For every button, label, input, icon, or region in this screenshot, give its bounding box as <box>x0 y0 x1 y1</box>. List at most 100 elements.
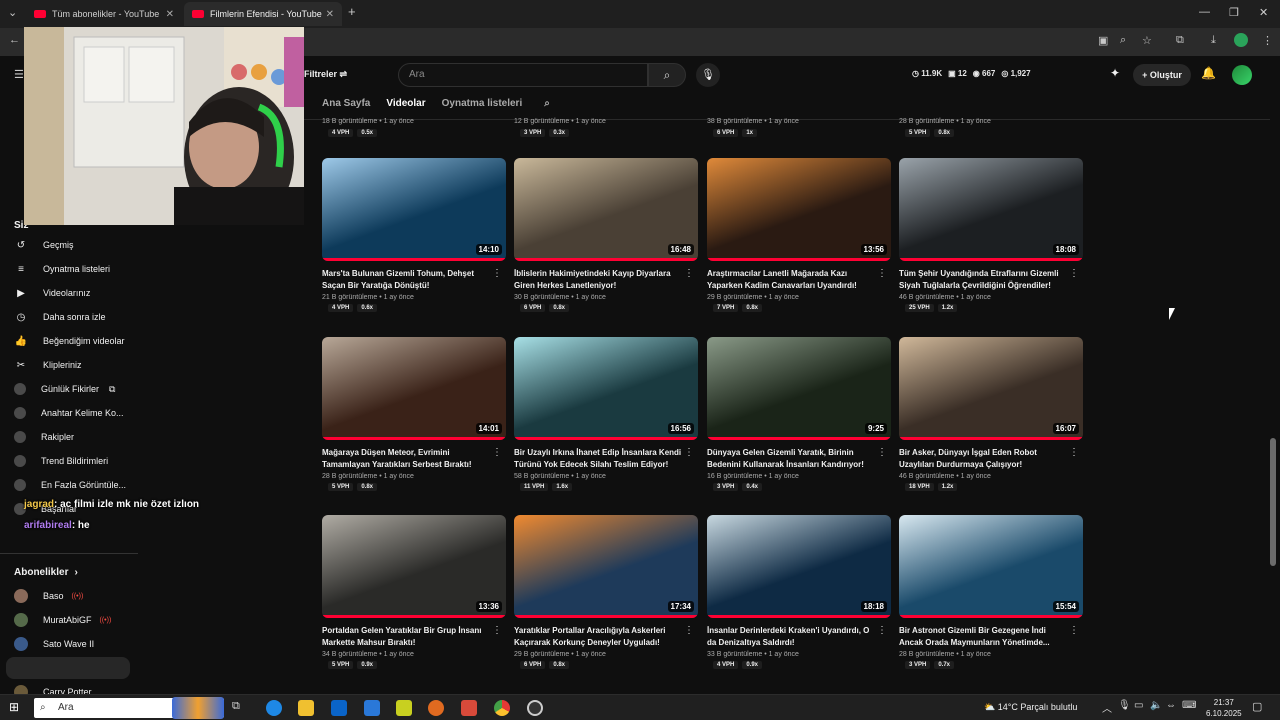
video-title[interactable]: Araştırmacılar Lanetli Mağarada Kazı Yap… <box>707 268 877 292</box>
video-title[interactable]: Bir Astronot Gizemli Bir Gezegene İndi A… <box>899 625 1069 649</box>
brave-icon[interactable] <box>428 700 444 716</box>
video-menu-icon[interactable]: ⋮ <box>492 447 502 458</box>
video-card[interactable]: 16:48 İblislerin Hakimiyetindeki Kayıp Di… <box>514 158 698 312</box>
tab-channel[interactable]: Filmlerin Efendisi - YouTube ✕ <box>184 2 342 26</box>
video-menu-icon[interactable]: ⋮ <box>1069 447 1079 458</box>
search-button[interactable]: ⌕ <box>648 63 686 87</box>
video-thumbnail[interactable]: 14:10 <box>322 158 506 261</box>
sidebar-item[interactable]: Trend Bildirimleri <box>14 451 108 471</box>
video-title[interactable]: İnsanlar Derinlerdeki Kraken'i Uyandırdı… <box>707 625 877 649</box>
sidebar-item[interactable]: Günlük Fikirler ⧉ <box>14 379 115 399</box>
video-thumbnail[interactable]: 17:34 <box>514 515 698 618</box>
search-input[interactable]: Ara <box>398 63 648 87</box>
video-thumbnail[interactable]: 16:48 <box>514 158 698 261</box>
sidebar-subscription[interactable]: MuratAbiGF ((•)) <box>14 610 111 630</box>
video-thumbnail[interactable]: 13:36 <box>322 515 506 618</box>
video-title[interactable]: Dünyaya Gelen Gizemli Yaratık, Birinin B… <box>707 447 877 471</box>
app-icon[interactable] <box>461 700 477 716</box>
sidebar-item[interactable]: ✂ Klipleriniz <box>14 355 82 375</box>
weather-widget[interactable]: ⛅ 14°C Parçalı bulutlu <box>984 702 1077 713</box>
avatar[interactable] <box>1232 65 1252 85</box>
zoom-icon[interactable]: ⌕ <box>1120 34 1126 47</box>
profile-avatar[interactable] <box>1234 33 1248 47</box>
video-card[interactable]: 14:01 Mağaraya Düşen Meteor, Evrimini Tam… <box>322 337 506 491</box>
video-menu-icon[interactable]: ⋮ <box>1069 625 1079 636</box>
scrollbar[interactable] <box>1270 438 1276 566</box>
video-menu-icon[interactable]: ⋮ <box>684 447 694 458</box>
sidebar-item[interactable]: Anahtar Kelime Ko... <box>14 403 124 423</box>
filters-button[interactable]: Filtreler ⇌ <box>304 69 347 80</box>
video-card[interactable]: 13:56 Araştırmacılar Lanetli Mağarada Kaz… <box>707 158 891 312</box>
tab-home[interactable]: Ana Sayfa <box>322 98 370 116</box>
video-thumbnail[interactable]: 15:54 <box>899 515 1083 618</box>
close-icon[interactable]: ✕ <box>326 9 334 20</box>
window-close-icon[interactable]: ✕ <box>1259 6 1268 19</box>
minimize-icon[interactable]: — <box>1199 6 1210 18</box>
video-card[interactable]: 17:34 Yaratıklar Portallar Aracılığıyla A… <box>514 515 698 669</box>
bookmark-star-icon[interactable]: ☆ <box>1142 34 1152 47</box>
video-title[interactable]: Yaratıklar Portallar Aracılığıyla Askerl… <box>514 625 684 649</box>
windows-start-icon[interactable]: ⊞ <box>9 700 25 716</box>
video-title[interactable]: Bir Asker, Dünyayı İşgal Eden Robot Uzay… <box>899 447 1069 471</box>
video-menu-icon[interactable]: ⋮ <box>877 447 887 458</box>
microphone-icon[interactable]: 🎙 <box>1118 700 1134 716</box>
sidebar-item[interactable]: ≡ Oynatma listeleri <box>14 259 110 279</box>
video-card[interactable]: 9:25 Dünyaya Gelen Gizemli Yaratık, Birin… <box>707 337 891 491</box>
video-menu-icon[interactable]: ⋮ <box>492 625 502 636</box>
outlook-icon[interactable] <box>331 700 347 716</box>
video-thumbnail[interactable]: 9:25 <box>707 337 891 440</box>
video-title[interactable]: Mağaraya Düşen Meteor, Evrimini Tamamlay… <box>322 447 492 471</box>
channel-search-icon[interactable]: ⌕ <box>544 98 550 116</box>
video-title[interactable]: Bir Uzaylı Irkına İhanet Edip İnsanlara … <box>514 447 684 471</box>
clock[interactable]: 21:37 6.10.2025 <box>1206 697 1242 719</box>
tab-list-chevron-icon[interactable]: ⌄ <box>8 6 17 19</box>
video-menu-icon[interactable]: ⋮ <box>492 268 502 279</box>
bell-icon[interactable]: 🔔 <box>1201 66 1216 80</box>
video-card[interactable]: 13:36 Portaldan Gelen Yaratıklar Bir Grup… <box>322 515 506 669</box>
video-title[interactable]: Mars'ta Bulunan Gizemli Tohum, Dehşet Sa… <box>322 268 492 292</box>
video-card[interactable]: 18:08 Tüm Şehir Uyandığında Etraflarını G… <box>899 158 1083 312</box>
subscriptions-header[interactable]: Abonelikler › <box>14 562 78 582</box>
chevron-up-icon[interactable]: ︿ <box>1102 700 1118 716</box>
video-menu-icon[interactable]: ⋮ <box>877 625 887 636</box>
video-menu-icon[interactable]: ⋮ <box>684 268 694 279</box>
sidebar-item[interactable]: 👍 Beğendiğim videolar <box>14 331 125 351</box>
tab-subscriptions[interactable]: Tüm abonelikler - YouTube ✕ <box>26 2 182 26</box>
sidebar-item[interactable]: Rakipler <box>14 427 74 447</box>
tab-playlists[interactable]: Oynatma listeleri <box>442 98 523 116</box>
file-explorer-icon[interactable] <box>298 700 314 716</box>
widget-banner-icon[interactable] <box>172 697 224 719</box>
store-icon[interactable] <box>364 700 380 716</box>
kebab-menu-icon[interactable]: ⋮ <box>1262 34 1273 47</box>
volume-icon[interactable]: 🔈 <box>1150 700 1166 716</box>
video-card[interactable]: 14:10 Mars'ta Bulunan Gizemli Tohum, Dehş… <box>322 158 506 312</box>
sidebar-item[interactable]: ◷ Daha sonra izle <box>14 307 106 327</box>
create-button[interactable]: + Oluştur <box>1133 64 1191 86</box>
download-icon[interactable]: ⤓ <box>1211 34 1216 47</box>
chrome-icon[interactable] <box>494 700 510 716</box>
sidebar-item[interactable]: ▶ Videolarınız <box>14 283 90 303</box>
video-thumbnail[interactable]: 14:01 <box>322 337 506 440</box>
network-icon[interactable]: ▭ <box>1134 700 1150 716</box>
video-thumbnail[interactable]: 16:07 <box>899 337 1083 440</box>
video-card[interactable]: 18:18 İnsanlar Derinlerdeki Kraken'i Uyan… <box>707 515 891 669</box>
sidebar-subscription[interactable]: Sato Wave II <box>14 634 94 654</box>
hamburger-menu-icon[interactable]: ☰ <box>14 68 24 81</box>
obs-icon[interactable] <box>527 700 543 716</box>
keyboard-icon[interactable]: ⌨ <box>1182 700 1198 716</box>
video-menu-icon[interactable]: ⋮ <box>684 625 694 636</box>
video-thumbnail[interactable]: 16:56 <box>514 337 698 440</box>
sidebar-subscription[interactable]: Baso ((•)) <box>14 586 83 606</box>
language-icon[interactable]: ⇔ <box>1166 700 1182 716</box>
video-card[interactable]: 15:54 Bir Astronot Gizemli Bir Gezegene İ… <box>899 515 1083 669</box>
new-tab-icon[interactable]: + <box>348 4 356 19</box>
notification-icon[interactable]: ▢ <box>1252 700 1268 716</box>
extension-icon[interactable]: ✦ <box>1110 66 1120 80</box>
app-icon[interactable] <box>396 700 412 716</box>
video-card[interactable]: 16:07 Bir Asker, Dünyayı İşgal Eden Robot… <box>899 337 1083 491</box>
video-menu-icon[interactable]: ⋮ <box>877 268 887 279</box>
video-thumbnail[interactable]: 13:56 <box>707 158 891 261</box>
video-thumbnail[interactable]: 18:18 <box>707 515 891 618</box>
restore-icon[interactable]: ❐ <box>1229 6 1239 19</box>
task-view-icon[interactable]: ⧉ <box>232 700 248 716</box>
